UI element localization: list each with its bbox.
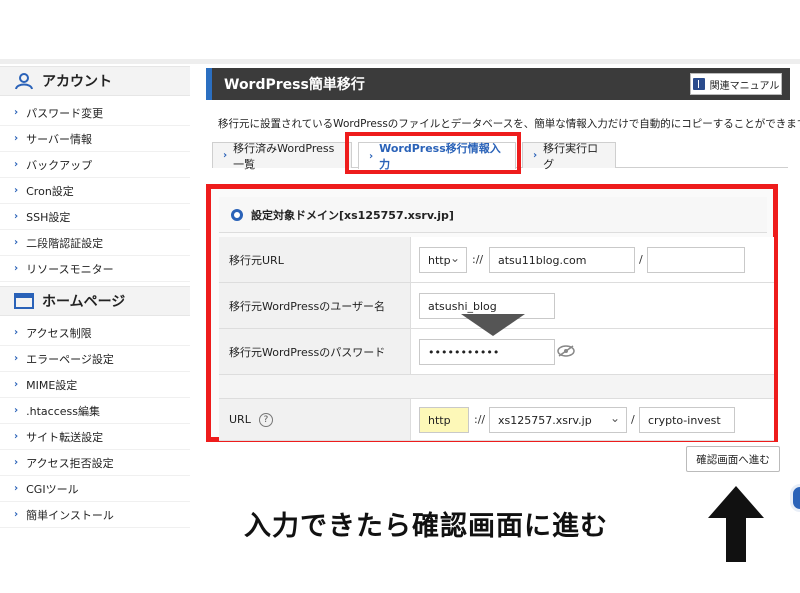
up-arrow-icon (708, 486, 764, 562)
sidebar-section-title: アカウント (42, 74, 112, 90)
scheme-separator: :// (472, 253, 484, 266)
chevron-right-icon: › (14, 379, 19, 390)
source-url-row: 移行元URL http :// atsu11blog.com / (219, 237, 774, 283)
chevron-right-icon: › (14, 431, 19, 442)
sidebar-item-mime[interactable]: › MIME設定 (0, 372, 190, 398)
tab-migrated-list[interactable]: › 移行済みWordPress一覧 (212, 142, 352, 171)
chevron-right-icon: › (14, 483, 19, 494)
sidebar-item-ssh[interactable]: › SSH設定 (0, 204, 190, 230)
book-icon (692, 78, 705, 90)
page-description: 移行元に設置されているWordPressのファイルとデータベースを、簡単な情報入… (218, 118, 800, 130)
radio-button[interactable] (231, 208, 243, 221)
sidebar-item-access-limit[interactable]: › アクセス制限 (0, 320, 190, 346)
user-icon (14, 72, 34, 90)
sidebar-item-access-deny[interactable]: › アクセス拒否設定 (0, 450, 190, 476)
password-input[interactable]: ••••••••••• (419, 339, 555, 365)
password-label: 移行元WordPressのパスワード (219, 329, 411, 374)
chevron-right-icon: › (14, 159, 19, 170)
source-path-input[interactable] (647, 247, 745, 273)
manual-button[interactable]: 関連マニュアル (690, 73, 782, 95)
chevron-right-icon: › (14, 211, 19, 222)
sidebar-item-server-info[interactable]: › サーバー情報 (0, 126, 190, 152)
help-icon[interactable]: ? (258, 412, 273, 427)
chevron-right-icon: › (14, 327, 19, 338)
sidebar-item-cgi[interactable]: › CGIツール (0, 476, 190, 502)
sidebar-item-backup[interactable]: › バックアップ (0, 152, 190, 178)
window-icon (14, 292, 34, 310)
tab-highlight-box (345, 132, 521, 174)
sidebar-section-title: ホームページ (42, 294, 126, 310)
sidebar-item-easy-install[interactable]: › 簡単インストール (0, 502, 190, 528)
instruction-caption: 入力できたら確認画面に進む (244, 511, 608, 542)
chevron-right-icon: › (14, 353, 19, 364)
source-url-label: 移行元URL (219, 237, 411, 282)
top-bar (0, 0, 800, 64)
chevron-right-icon: › (14, 107, 19, 118)
floating-help-icon[interactable] (790, 484, 800, 512)
scheme-separator: :// (474, 413, 486, 426)
sidebar-item-htaccess[interactable]: › .htaccess編集 (0, 398, 190, 424)
username-label: 移行元WordPressのユーザー名 (219, 283, 411, 328)
main-content: WordPress簡単移行 関連マニュアル 移行元に設置されているWordPre… (206, 64, 800, 534)
page-title: WordPress簡単移行 (224, 77, 365, 93)
migration-form-highlight: 設定対象ドメイン[xs125757.xsrv.jp] 移行元URL http :… (206, 184, 778, 442)
sidebar-item-resource-monitor[interactable]: › リソースモニター (0, 256, 190, 282)
sidebar-item-cron[interactable]: › Cron設定 (0, 178, 190, 204)
path-separator: / (631, 413, 635, 426)
spacer-row (219, 375, 774, 399)
down-arrow-icon (461, 314, 525, 336)
sidebar-item-2fa[interactable]: › 二段階認証設定 (0, 230, 190, 256)
sidebar-item-error-page[interactable]: › エラーページ設定 (0, 346, 190, 372)
page-header: WordPress簡単移行 関連マニュアル (206, 68, 790, 100)
sidebar: アカウント › パスワード変更 › サーバー情報 › バックアップ › Cron設定 ›… (0, 64, 190, 534)
destination-scheme: http (419, 407, 469, 433)
destination-domain-select[interactable]: xs125757.xsrv.jp (489, 407, 627, 433)
chevron-right-icon: › (14, 457, 19, 468)
chevron-right-icon: › (14, 133, 19, 144)
source-host-input[interactable]: atsu11blog.com (489, 247, 635, 273)
eye-slash-icon[interactable] (557, 342, 575, 357)
sidebar-section-homepage: ホームページ (0, 286, 190, 316)
tab-migration-log[interactable]: › 移行実行ログ (522, 142, 616, 171)
chevron-right-icon: › (14, 185, 19, 196)
chevron-right-icon: › (223, 150, 228, 161)
confirm-button[interactable]: 確認画面へ進む (686, 446, 780, 472)
destination-path-input[interactable]: crypto-invest (639, 407, 735, 433)
sidebar-section-account: アカウント (0, 66, 190, 96)
target-domain-row: 設定対象ドメイン[xs125757.xsrv.jp] (219, 197, 767, 233)
chevron-right-icon: › (533, 150, 538, 161)
sidebar-item-site-redirect[interactable]: › サイト転送設定 (0, 424, 190, 450)
path-separator: / (639, 253, 643, 266)
chevron-right-icon: › (14, 263, 19, 274)
chevron-right-icon: › (14, 405, 19, 416)
chevron-right-icon: › (14, 237, 19, 248)
sidebar-item-password[interactable]: › パスワード変更 (0, 100, 190, 126)
destination-url-label: URL (229, 413, 251, 426)
source-scheme-select[interactable]: http (419, 247, 467, 273)
chevron-right-icon: › (14, 509, 19, 520)
destination-url-row: URL ? http :// xs125757.xsrv.jp / crypto… (219, 399, 774, 441)
